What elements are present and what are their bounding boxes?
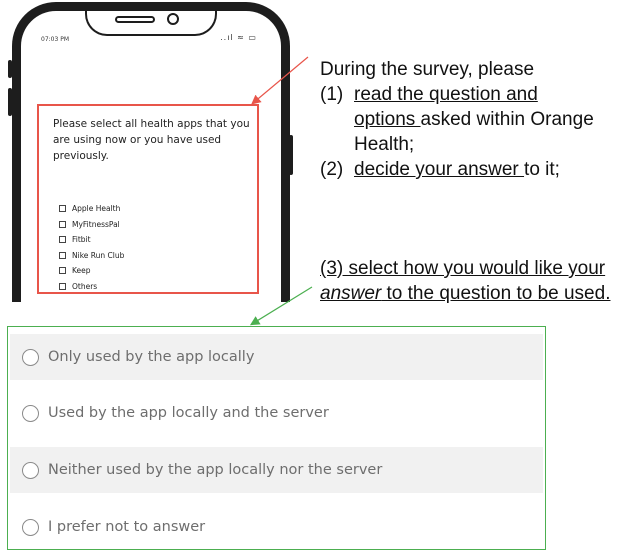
- radio-option-label: I prefer not to answer: [48, 519, 206, 535]
- radio-button[interactable]: [22, 461, 39, 479]
- step-1-line-3: Health;: [354, 134, 415, 155]
- step-3-italic-answer: answer: [320, 283, 382, 304]
- step-1-underlined: read the question and: [354, 84, 538, 105]
- step-2-text: to it;: [524, 159, 560, 180]
- radio-option[interactable]: I prefer not to answer: [10, 504, 543, 550]
- step-1-underlined-options: options: [354, 109, 421, 130]
- green-arrow: [249, 286, 313, 326]
- step-1-text: asked within Orange: [420, 109, 594, 130]
- radio-option-label: Used by the app locally and the server: [48, 405, 329, 421]
- radio-option[interactable]: Neither used by the app locally nor the …: [10, 447, 543, 493]
- step-1-line-2: options asked within Orange: [354, 107, 594, 133]
- step-3-line-2: answer to the question to be used.: [320, 281, 610, 307]
- radio-option[interactable]: Used by the app locally and the server: [10, 390, 543, 436]
- step-2-line: decide your answer to it;: [354, 157, 560, 183]
- step-3-line-1: (3) select how you would like your: [320, 258, 606, 279]
- radio-button[interactable]: [22, 348, 39, 366]
- step-3-text: to the question to be used.: [381, 283, 611, 304]
- step-2-number: (2): [320, 159, 344, 180]
- radio-button[interactable]: [22, 518, 39, 536]
- radio-button[interactable]: [22, 404, 39, 422]
- step-1-number: (1): [320, 84, 344, 105]
- radio-option-label: Only used by the app locally: [48, 349, 255, 365]
- data-usage-options-panel: Only used by the app locally Used by the…: [7, 326, 546, 550]
- step-2-underlined: decide your answer: [354, 159, 525, 180]
- red-arrow: [251, 56, 309, 105]
- step-1-line-1: read the question and: [354, 82, 538, 108]
- radio-option-label: Neither used by the app locally nor the …: [48, 462, 383, 478]
- instruction-heading: During the survey, please: [320, 59, 535, 80]
- radio-option[interactable]: Only used by the app locally: [10, 334, 543, 380]
